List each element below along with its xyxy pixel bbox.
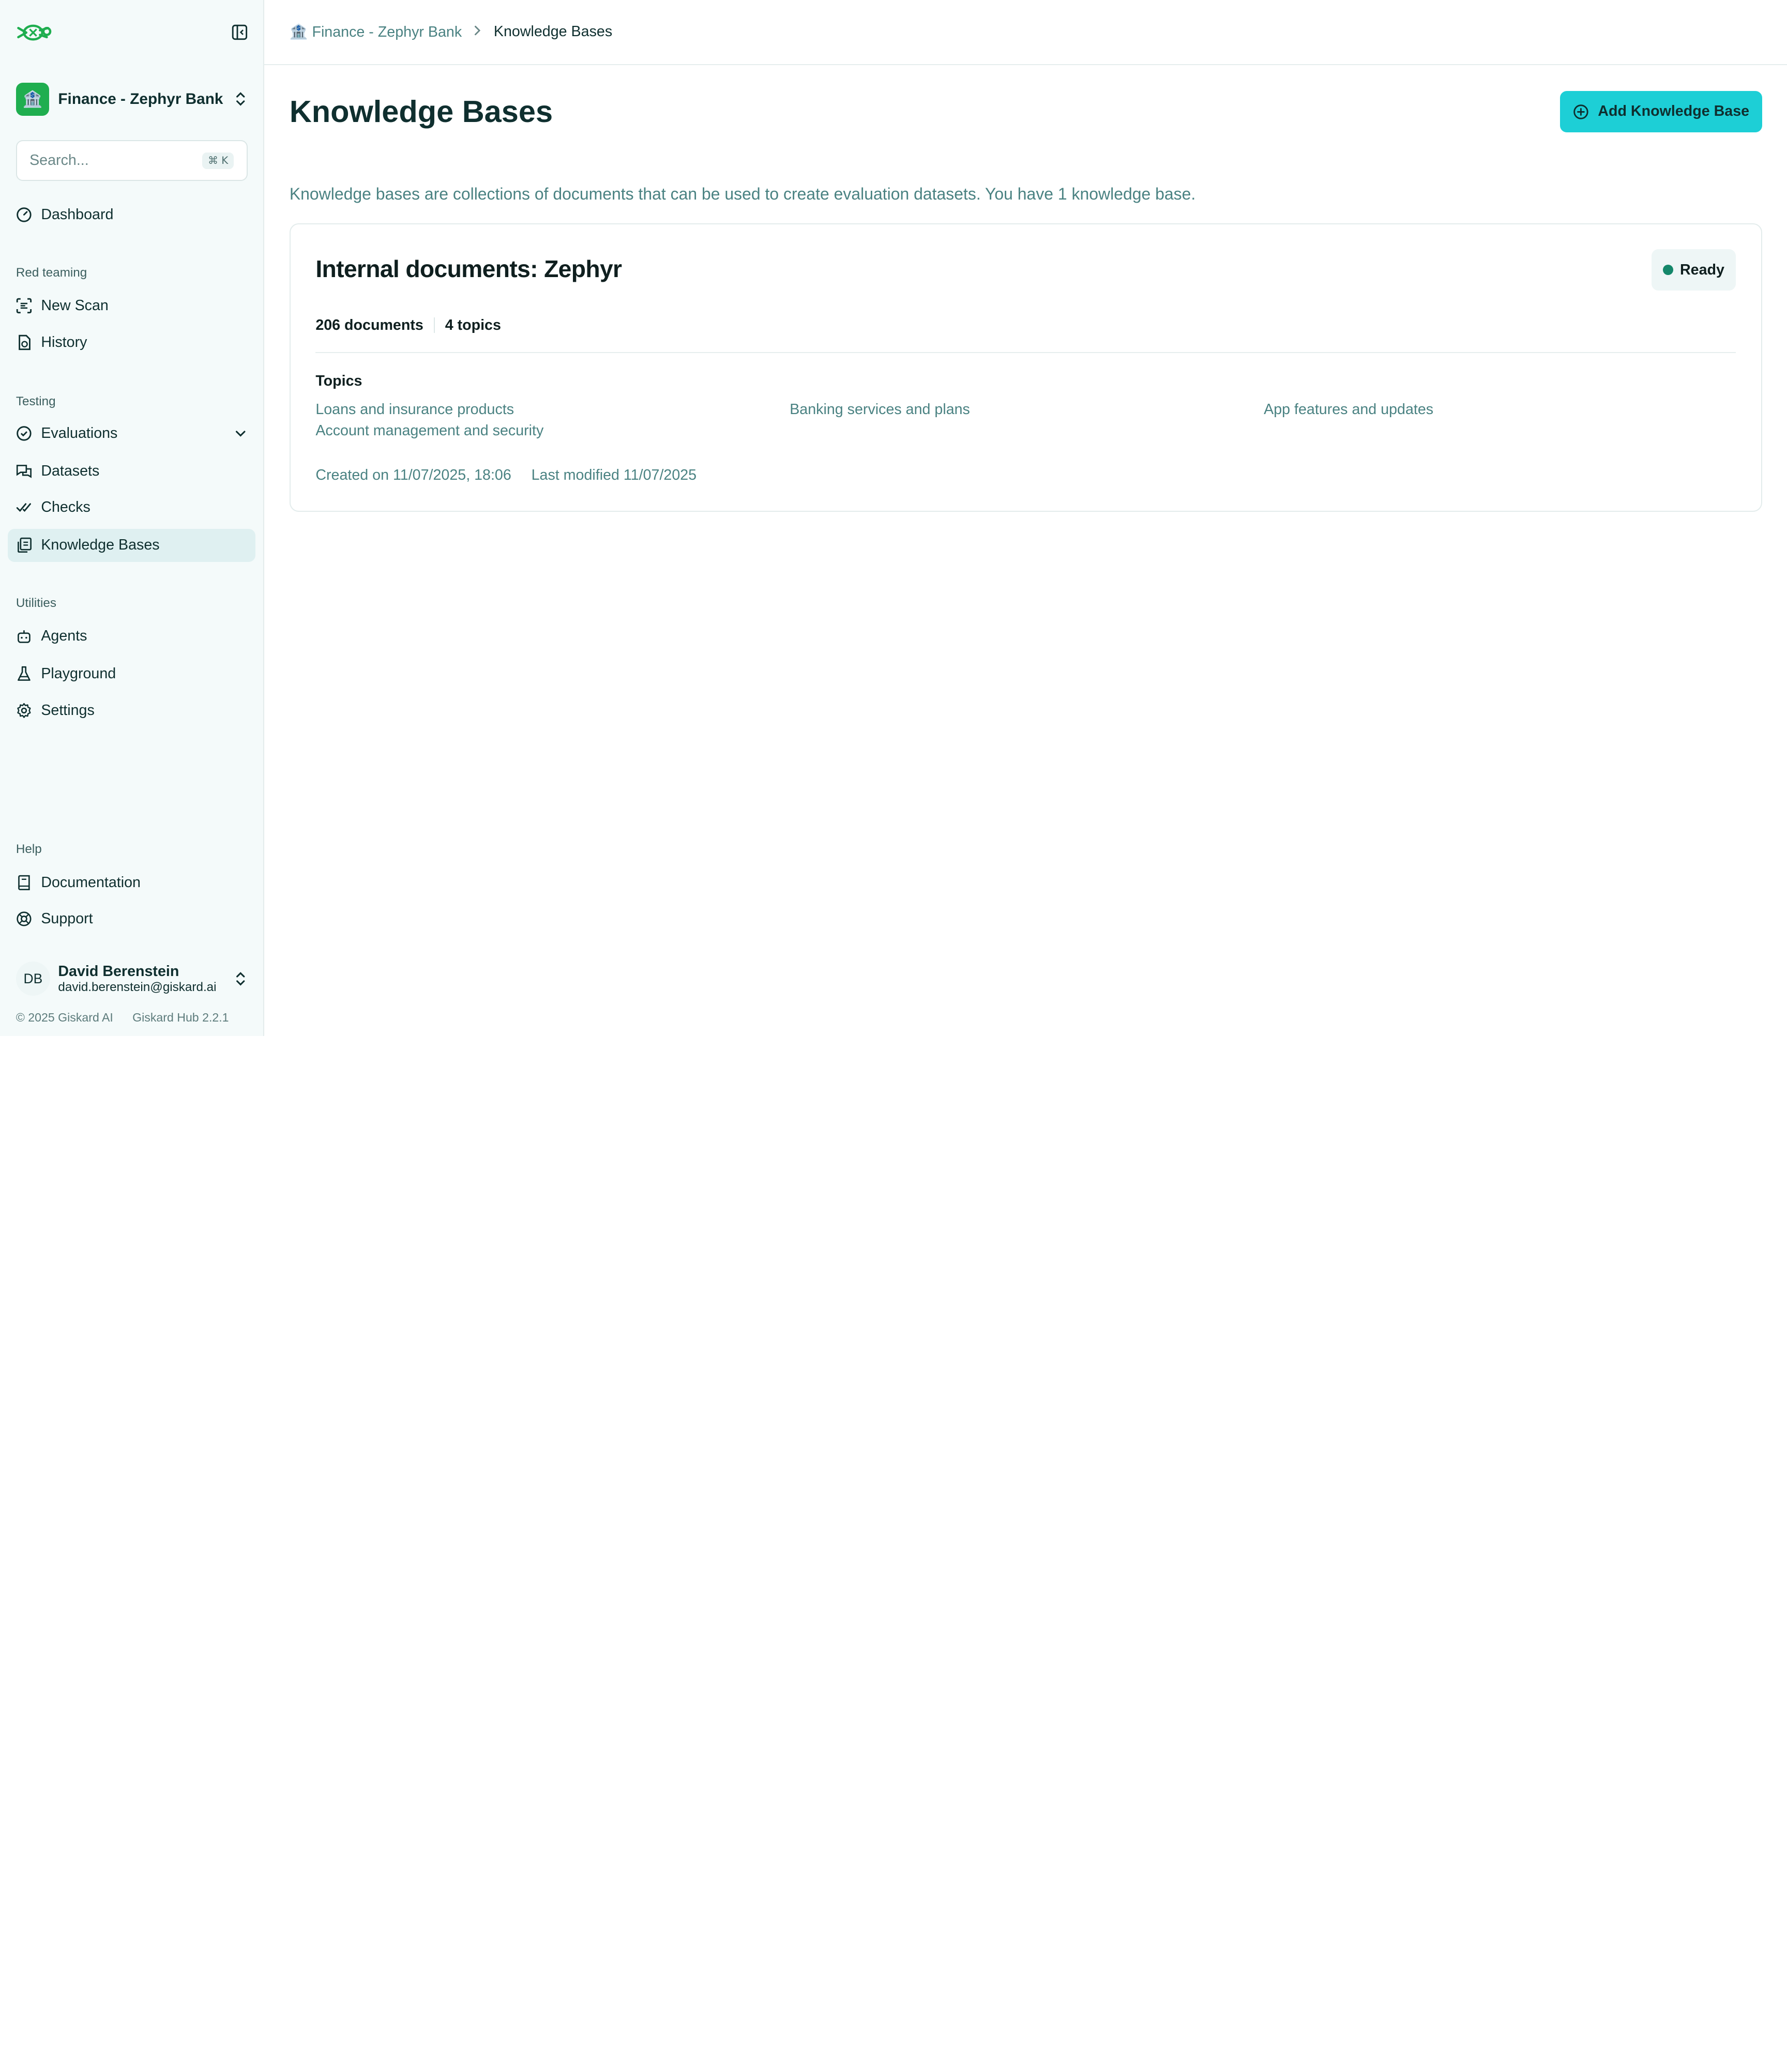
stats-divider (433, 317, 435, 333)
sidebar-header (0, 0, 263, 65)
card-divider (315, 352, 1736, 354)
sidebar-item-label: Settings (41, 702, 95, 719)
section-label-red-teaming: Red teaming (16, 265, 87, 280)
version-text: Giskard Hub 2.2.1 (132, 1011, 229, 1025)
knowledge-base-title[interactable]: Internal documents: Zephyr (315, 255, 622, 283)
workspace-name: Finance - Zephyr Bank (58, 90, 223, 108)
main-content: 🏦 Finance - Zephyr Bank Knowledge Bases … (264, 0, 1787, 1036)
sidebar-item-history[interactable]: History (8, 326, 255, 359)
topics-count: 4 topics (445, 316, 501, 333)
section-label-help: Help (16, 842, 42, 856)
sidebar-item-label: Evaluations (41, 425, 118, 442)
created-date: Created on 11/07/2025, 18:06 (315, 467, 511, 484)
add-button-label: Add Knowledge Base (1598, 103, 1750, 120)
chevron-down-icon[interactable] (234, 426, 247, 440)
topic-item: Loans and insurance products (315, 401, 514, 418)
chevrons-up-down-icon (236, 972, 245, 986)
bot-icon (17, 630, 31, 643)
sidebar-item-label: Checks (41, 499, 90, 516)
section-label-testing: Testing (16, 394, 56, 408)
documents-count: 206 documents (315, 316, 423, 333)
scan-icon (16, 298, 32, 314)
sidebar: 🏦 Finance - Zephyr Bank ⌘ K Dashboard Re… (0, 0, 265, 1036)
app-root: 🏦 Finance - Zephyr Bank ⌘ K Dashboard Re… (0, 0, 1787, 1036)
sidebar-item-label: New Scan (41, 297, 109, 314)
user-name: David Berenstein (58, 963, 179, 980)
chevrons-up-down-icon (236, 92, 245, 106)
sidebar-item-label: Dashboard (41, 206, 114, 223)
section-label-utilities: Utilities (16, 596, 56, 610)
sidebar-footer: © 2025 Giskard AI Giskard Hub 2.2.1 (16, 1011, 229, 1025)
sidebar-item-label: Playground (41, 665, 116, 682)
sidebar-item-datasets[interactable]: Datasets (8, 454, 255, 487)
topic-item: Banking services and plans (790, 401, 970, 418)
chevron-right-icon (473, 24, 482, 40)
sidebar-collapse-icon[interactable] (232, 24, 248, 40)
knowledge-base-stats: 206 documents 4 topics (315, 317, 501, 334)
sidebar-item-new-scan[interactable]: New Scan (8, 290, 255, 323)
sidebar-item-settings[interactable]: Settings (8, 694, 255, 727)
sidebar-item-label: History (41, 333, 87, 351)
search-input[interactable] (29, 152, 178, 170)
sidebar-item-label: Support (41, 910, 93, 927)
add-knowledge-base-button[interactable]: Add Knowledge Base (1560, 91, 1762, 132)
user-menu[interactable]: DB David Berenstein david.berenstein@gis… (16, 959, 248, 998)
topics-list: Loans and insurance products Banking ser… (315, 401, 1736, 440)
sidebar-item-label: Knowledge Bases (41, 537, 160, 554)
status-label: Ready (1680, 261, 1724, 278)
status-badge: Ready (1651, 249, 1736, 291)
sidebar-item-dashboard[interactable]: Dashboard (8, 199, 255, 232)
topic-item: Account management and security (315, 422, 544, 439)
gauge-icon (17, 207, 32, 222)
breadcrumb: 🏦 Finance - Zephyr Bank Knowledge Bases (264, 0, 1787, 65)
flask-icon (17, 666, 31, 681)
knowledge-base-card[interactable]: Internal documents: Zephyr Ready 206 doc… (289, 223, 1762, 512)
breadcrumb-current: Knowledge Bases (493, 23, 613, 40)
avatar: DB (16, 962, 50, 996)
sidebar-item-label: Datasets (41, 462, 100, 479)
workspace-switcher[interactable]: 🏦 Finance - Zephyr Bank (0, 81, 263, 117)
workspace-bank-icon: 🏦 (16, 82, 49, 116)
library-icon (17, 538, 32, 553)
user-email: david.berenstein@giskard.ai (58, 980, 217, 994)
sidebar-item-label: Documentation (41, 874, 141, 891)
sidebar-item-agents[interactable]: Agents (8, 620, 255, 653)
sidebar-item-label: Agents (41, 628, 87, 645)
page-description: Knowledge bases are collections of docum… (289, 185, 1196, 204)
sidebar-item-knowledge-bases[interactable]: Knowledge Bases (8, 528, 255, 562)
knowledge-base-meta: Created on 11/07/2025, 18:06 Last modifi… (315, 467, 696, 484)
plus-circle-icon (1573, 104, 1588, 119)
user-info: David Berenstein david.berenstein@giskar… (58, 963, 234, 995)
sidebar-item-checks[interactable]: Checks (8, 491, 255, 524)
page-title: Knowledge Bases (289, 94, 553, 129)
file-history-icon (19, 334, 31, 350)
life-buoy-icon (17, 911, 32, 926)
status-dot-icon (1662, 265, 1673, 276)
search-shortcut: ⌘ K (202, 152, 234, 169)
topics-label: Topics (315, 372, 362, 389)
check-check-icon (16, 503, 31, 512)
book-icon (18, 875, 30, 890)
breadcrumb-workspace-link[interactable]: 🏦 Finance - Zephyr Bank (290, 23, 462, 41)
sidebar-item-evaluations[interactable]: Evaluations (8, 417, 255, 450)
check-circle-icon (17, 426, 32, 441)
messages-icon (16, 465, 32, 478)
sidebar-item-support[interactable]: Support (8, 903, 255, 936)
gear-icon (17, 703, 31, 718)
search-box[interactable]: ⌘ K (16, 140, 248, 181)
modified-date: Last modified 11/07/2025 (531, 467, 697, 484)
topic-item: App features and updates (1264, 401, 1434, 418)
sidebar-item-documentation[interactable]: Documentation (8, 866, 255, 899)
sidebar-item-playground[interactable]: Playground (8, 658, 255, 691)
copyright-text: © 2025 Giskard AI (16, 1011, 113, 1025)
giskard-logo-icon[interactable] (16, 21, 53, 44)
